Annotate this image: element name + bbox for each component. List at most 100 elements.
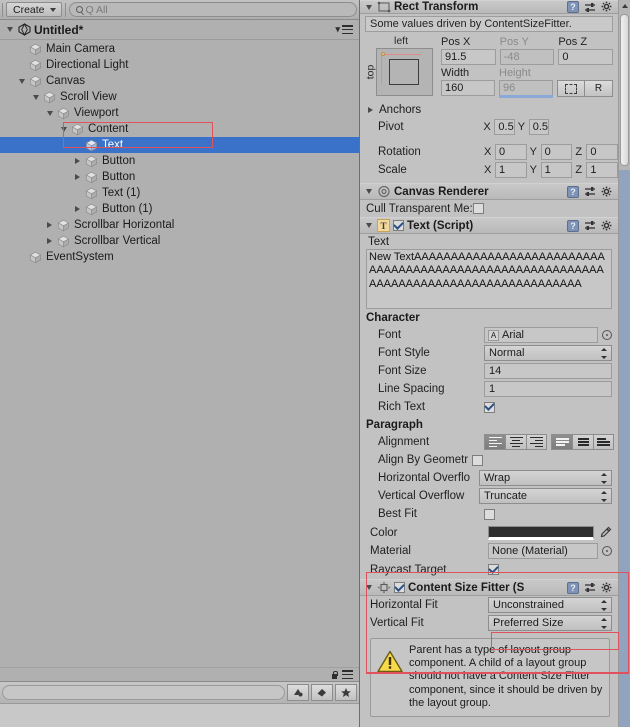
scene-foldout-icon[interactable]	[4, 22, 15, 38]
rotation-x-input[interactable]: 0	[495, 144, 527, 160]
hierarchy-item-scrollbar-vertical[interactable]: Scrollbar Vertical	[0, 233, 359, 249]
cull-transparent-checkbox[interactable]	[472, 203, 484, 214]
align-left-icon[interactable]	[484, 434, 505, 450]
foldout-icon[interactable]	[363, 580, 374, 596]
align-right-icon[interactable]	[526, 434, 547, 450]
rotation-z-input[interactable]: 0	[586, 144, 619, 160]
raycast-target-checkbox[interactable]	[488, 564, 499, 575]
hierarchy-item-text[interactable]: Text	[0, 137, 359, 153]
blueprint-mode-button[interactable]	[557, 80, 585, 97]
create-button[interactable]: Create	[6, 2, 62, 17]
rotation-y-input[interactable]: 0	[540, 144, 573, 160]
scroll-up-icon[interactable]	[622, 4, 628, 8]
hamburger-icon[interactable]	[342, 670, 353, 679]
font-picker-icon[interactable]	[602, 330, 612, 340]
align-center-icon[interactable]	[505, 434, 526, 450]
hierarchy-search-input[interactable]: Q All	[68, 2, 357, 17]
hierarchy-item-button[interactable]: Button	[0, 153, 359, 169]
rect-transform-header[interactable]: Rect Transform ?	[360, 0, 618, 14]
hierarchy-item-scroll-view[interactable]: Scroll View	[0, 89, 359, 105]
material-object-field[interactable]: None (Material)	[488, 543, 598, 559]
preset-icon[interactable]	[584, 2, 596, 13]
project-search-input[interactable]	[2, 685, 285, 700]
canvas-renderer-header[interactable]: Canvas Renderer ?	[360, 183, 618, 200]
line-spacing-input[interactable]: 1	[484, 381, 612, 397]
width-input[interactable]: 160	[441, 80, 495, 96]
best-fit-checkbox[interactable]	[484, 508, 495, 520]
hierarchy-item-viewport[interactable]: Viewport	[0, 105, 359, 121]
filter-by-label-button[interactable]	[311, 684, 333, 701]
hierarchy-tree[interactable]: Main Camera Directional Light Canvas Scroll…	[0, 41, 359, 667]
foldout-collapsed-icon[interactable]	[44, 233, 55, 249]
favorites-button[interactable]	[335, 684, 357, 701]
vertical-overflow-dropdown[interactable]: Truncate	[479, 488, 612, 504]
anchors-foldout-icon[interactable]	[365, 102, 376, 118]
hierarchy-item-content[interactable]: Content	[0, 121, 359, 137]
align-bottom-icon[interactable]	[593, 434, 614, 450]
height-input[interactable]: 96	[499, 80, 553, 96]
anchors-foldout-row[interactable]: Anchors	[360, 101, 618, 118]
scale-z-input[interactable]: 1	[586, 162, 619, 178]
scene-options-button[interactable]: ▾	[335, 24, 353, 35]
help-icon[interactable]: ?	[567, 581, 579, 594]
eyedropper-icon[interactable]	[598, 526, 612, 540]
foldout-expanded-icon[interactable]	[58, 121, 69, 137]
foldout-expanded-icon[interactable]	[44, 105, 55, 121]
foldout-expanded-icon[interactable]	[30, 89, 41, 105]
horizontal-fit-dropdown[interactable]: Unconstrained	[488, 597, 612, 613]
font-object-field[interactable]: A Arial	[484, 327, 598, 343]
help-icon[interactable]: ?	[567, 185, 579, 198]
foldout-collapsed-icon[interactable]	[72, 201, 83, 217]
scrollbar-thumb[interactable]	[620, 14, 629, 166]
gear-icon[interactable]	[601, 186, 613, 198]
foldout-collapsed-icon[interactable]	[72, 169, 83, 185]
pivot-x-input[interactable]: 0.5	[494, 119, 515, 135]
foldout-icon[interactable]	[363, 184, 374, 200]
align-top-icon[interactable]	[551, 434, 572, 450]
filter-by-type-button[interactable]	[287, 684, 309, 701]
color-swatch[interactable]	[488, 525, 594, 540]
text-value-textarea[interactable]: New TextAAAAAAAAAAAAAAAAAAAAAAAAAAAAAAAA…	[366, 249, 612, 309]
inspector-scrollbar[interactable]	[618, 0, 630, 727]
scrollbar-track[interactable]	[619, 170, 630, 727]
vertical-fit-dropdown[interactable]: Preferred Size	[488, 615, 612, 631]
hierarchy-item-directional-light[interactable]: Directional Light	[0, 57, 359, 73]
material-picker-icon[interactable]	[602, 546, 612, 556]
foldout-collapsed-icon[interactable]	[72, 153, 83, 169]
pos-x-input[interactable]: 91.5	[441, 49, 496, 65]
anchor-preview-box[interactable]	[376, 48, 433, 96]
pos-y-input[interactable]: -48	[499, 49, 555, 65]
hierarchy-item-scrollbar-horizontal[interactable]: Scrollbar Horizontal	[0, 217, 359, 233]
preset-icon[interactable]	[584, 582, 596, 593]
lock-icon[interactable]	[331, 670, 339, 679]
pos-z-input[interactable]: 0	[558, 49, 614, 65]
gear-icon[interactable]	[601, 1, 613, 13]
preset-icon[interactable]	[584, 220, 596, 231]
hierarchy-item-button-1[interactable]: Button (1)	[0, 201, 359, 217]
raw-edit-mode-button[interactable]: R	[585, 80, 613, 97]
foldout-collapsed-icon[interactable]	[44, 217, 55, 233]
pivot-y-input[interactable]: 0.5	[528, 119, 549, 135]
help-icon[interactable]: ?	[567, 1, 579, 13]
font-size-input[interactable]: 14	[484, 363, 612, 379]
foldout-icon[interactable]	[363, 218, 374, 234]
scale-y-input[interactable]: 1	[540, 162, 573, 178]
foldout-expanded-icon[interactable]	[16, 73, 27, 89]
hierarchy-item-eventsystem[interactable]: EventSystem	[0, 249, 359, 265]
gear-icon[interactable]	[601, 220, 613, 232]
hierarchy-item-button[interactable]: Button	[0, 169, 359, 185]
gear-icon[interactable]	[601, 582, 613, 594]
hierarchy-item-canvas[interactable]: Canvas	[0, 73, 359, 89]
help-icon[interactable]: ?	[567, 219, 579, 232]
hierarchy-item-text-1[interactable]: Text (1)	[0, 185, 359, 201]
content-size-fitter-header[interactable]: Content Size Fitter (S ?	[360, 579, 618, 596]
text-script-header[interactable]: T Text (Script) ?	[360, 217, 618, 234]
horizontal-overflow-dropdown[interactable]: Wrap	[479, 470, 612, 486]
text-script-enabled-checkbox[interactable]	[393, 220, 404, 231]
rich-text-checkbox[interactable]	[484, 401, 495, 413]
content-size-fitter-enabled-checkbox[interactable]	[394, 582, 405, 593]
preset-icon[interactable]	[584, 186, 596, 197]
anchor-preset-widget[interactable]: left top	[365, 35, 437, 99]
align-middle-icon[interactable]	[572, 434, 593, 450]
scene-root-row[interactable]: Untitled* ▾	[0, 20, 359, 40]
